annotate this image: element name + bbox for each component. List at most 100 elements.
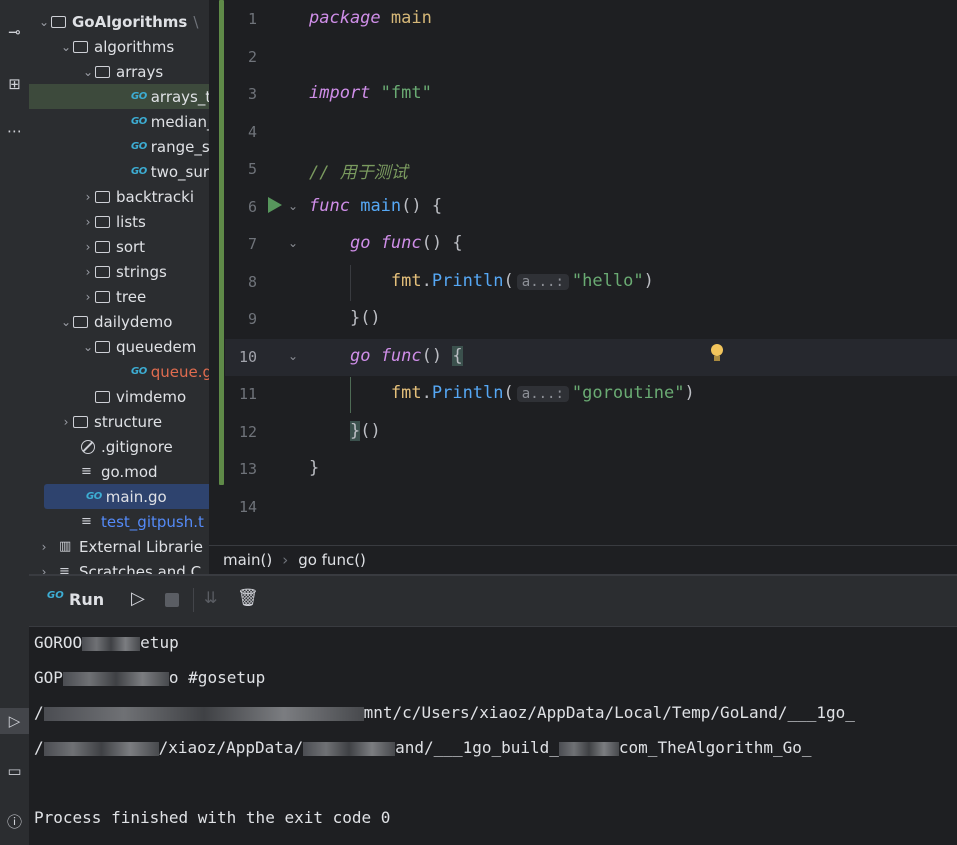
- console-line: / mnt/c/Users/xiaoz/AppData/Local/Temp/Go…: [34, 703, 855, 722]
- folder-icon: [51, 15, 66, 28]
- go-file-icon: GO: [131, 91, 147, 102]
- folder-icon: [73, 415, 88, 428]
- tree-item-sort[interactable]: › sort: [29, 234, 209, 259]
- chevron-down-icon[interactable]: ⌄: [37, 15, 51, 29]
- console-line: Process finished with the exit code 0: [34, 808, 391, 827]
- redacted-block: [82, 636, 141, 651]
- tree-item-tree[interactable]: › tree: [29, 284, 209, 309]
- tree-root[interactable]: ⌄ GoAlgorithms \: [29, 9, 209, 34]
- tree-item-structure[interactable]: › structure: [29, 409, 209, 434]
- terminal-icon[interactable]: ▭: [0, 758, 29, 784]
- run-toolbar: GO Run ▷ ⇊ 🗑: [29, 576, 957, 627]
- breadcrumb-item[interactable]: go func(): [298, 551, 366, 569]
- parameter-hint: a...:: [516, 274, 569, 290]
- redacted-block: [43, 741, 159, 756]
- line-number: 14: [238, 498, 257, 516]
- ignore-file-icon: [81, 439, 95, 454]
- scroll-to-end-icon[interactable]: ⇊: [204, 588, 217, 607]
- tree-item-arrays[interactable]: ⌄ arrays: [29, 59, 209, 84]
- stop-icon[interactable]: [165, 593, 179, 607]
- line-number: 1: [247, 10, 257, 28]
- tree-root-label: GoAlgorithms: [72, 12, 188, 31]
- line-number: 12: [238, 423, 257, 441]
- code-line: func main() {: [309, 196, 443, 216]
- chevron-down-icon[interactable]: ⌄: [81, 340, 95, 354]
- folder-icon: [73, 40, 88, 53]
- tree-item-scratches[interactable]: › ≡ Scratches and C: [29, 559, 209, 576]
- text-file-icon: ≡: [81, 464, 92, 479]
- lightbulb-icon[interactable]: [711, 344, 723, 356]
- line-number: 10: [238, 348, 257, 366]
- tree-item-dailydemo[interactable]: ⌄ dailydemo: [29, 309, 209, 334]
- line-number: 13: [238, 460, 257, 478]
- chevron-down-icon[interactable]: ⌄: [59, 40, 73, 54]
- folder-icon: [95, 65, 110, 78]
- chevron-right-icon[interactable]: ›: [59, 415, 73, 429]
- code-line: import "fmt": [309, 83, 432, 103]
- tree-item-vimdemo[interactable]: vimdemo: [29, 384, 209, 409]
- redacted-block: [43, 706, 364, 721]
- parameter-hint: a...:: [516, 386, 569, 402]
- console-line: //xiaoz/AppData/and/___1go_build_ com_The…: [34, 738, 812, 757]
- redacted-block: [303, 741, 396, 756]
- commit-icon[interactable]: ⊸: [0, 19, 29, 45]
- redacted-block: [558, 741, 619, 756]
- go-run-icon: GO: [47, 590, 64, 601]
- tree-item-two-sum-file[interactable]: GO two_sur: [29, 159, 209, 184]
- more-icon[interactable]: ⋯: [0, 118, 29, 144]
- chevron-right-icon[interactable]: ›: [81, 215, 95, 229]
- tree-item-strings[interactable]: › strings: [29, 259, 209, 284]
- console-line: GOP o #gosetup: [34, 668, 266, 687]
- run-tab[interactable]: Run: [69, 590, 104, 609]
- breadcrumb: main() › go func(): [209, 545, 957, 574]
- run-icon[interactable]: ▷: [0, 708, 29, 734]
- tree-item-queuedemo[interactable]: ⌄ queuedem: [29, 334, 209, 359]
- chevron-right-icon[interactable]: ›: [81, 190, 95, 204]
- chevron-right-icon[interactable]: ›: [81, 240, 95, 254]
- rerun-icon[interactable]: ▷: [131, 588, 145, 609]
- code-line: }(): [349, 308, 381, 328]
- code-line: }: [309, 458, 320, 478]
- folder-icon: [73, 315, 88, 328]
- line-number: 2: [247, 48, 257, 66]
- tree-item-range-file[interactable]: GO range_s: [29, 134, 209, 159]
- tree-item-lists[interactable]: › lists: [29, 209, 209, 234]
- breadcrumb-item[interactable]: main(): [223, 551, 272, 569]
- vcs-change-marker[interactable]: [219, 0, 224, 485]
- chevron-down-icon[interactable]: ⌄: [81, 65, 95, 79]
- library-icon: ▥: [59, 539, 72, 554]
- fold-icon[interactable]: ⌄: [288, 199, 298, 213]
- tree-item-algorithms[interactable]: ⌄ algorithms: [29, 34, 209, 59]
- tree-item-arrays-file[interactable]: GO arrays_t: [29, 84, 209, 109]
- tree-item-go-mod[interactable]: ≡ go.mod: [29, 459, 209, 484]
- code-line: fmt.Println(a...: "hello"): [390, 271, 654, 291]
- chevron-down-icon[interactable]: ⌄: [59, 315, 73, 329]
- folder-icon: [95, 215, 110, 228]
- tree-item-queue-file[interactable]: GO queue.g: [29, 359, 209, 384]
- chevron-right-icon[interactable]: ›: [81, 290, 95, 304]
- tree-item-backtracking[interactable]: › backtracki: [29, 184, 209, 209]
- go-file-icon: GO: [131, 366, 147, 377]
- tree-item-main-go[interactable]: GO main.go: [44, 484, 209, 509]
- folder-icon: [95, 190, 110, 203]
- line-number: 11: [238, 385, 257, 403]
- line-number: 6: [247, 198, 257, 216]
- chevron-right-icon[interactable]: ›: [81, 265, 95, 279]
- fold-icon[interactable]: ⌄: [288, 349, 298, 363]
- go-file-icon: GO: [131, 141, 147, 152]
- line-number: 9: [247, 310, 257, 328]
- trash-icon[interactable]: 🗑: [237, 588, 259, 608]
- tree-item-external-libraries[interactable]: › ▥ External Librarie: [29, 534, 209, 559]
- tree-item-median-file[interactable]: GO median_: [29, 109, 209, 134]
- fold-icon[interactable]: ⌄: [288, 236, 298, 250]
- problems-icon[interactable]: ⓘ: [0, 808, 29, 834]
- folder-icon: [95, 340, 110, 353]
- line-number: 3: [247, 85, 257, 103]
- tree-item-test-gitpush[interactable]: ≡ test_gitpush.t: [29, 509, 209, 534]
- structure-icon[interactable]: ⊞: [0, 71, 29, 97]
- run-gutter-icon[interactable]: [268, 197, 282, 213]
- tree-item-gitignore[interactable]: .gitignore: [29, 434, 209, 459]
- chevron-right-icon[interactable]: ›: [37, 540, 51, 554]
- code-line: go func() {: [349, 346, 463, 366]
- folder-icon: [95, 265, 110, 278]
